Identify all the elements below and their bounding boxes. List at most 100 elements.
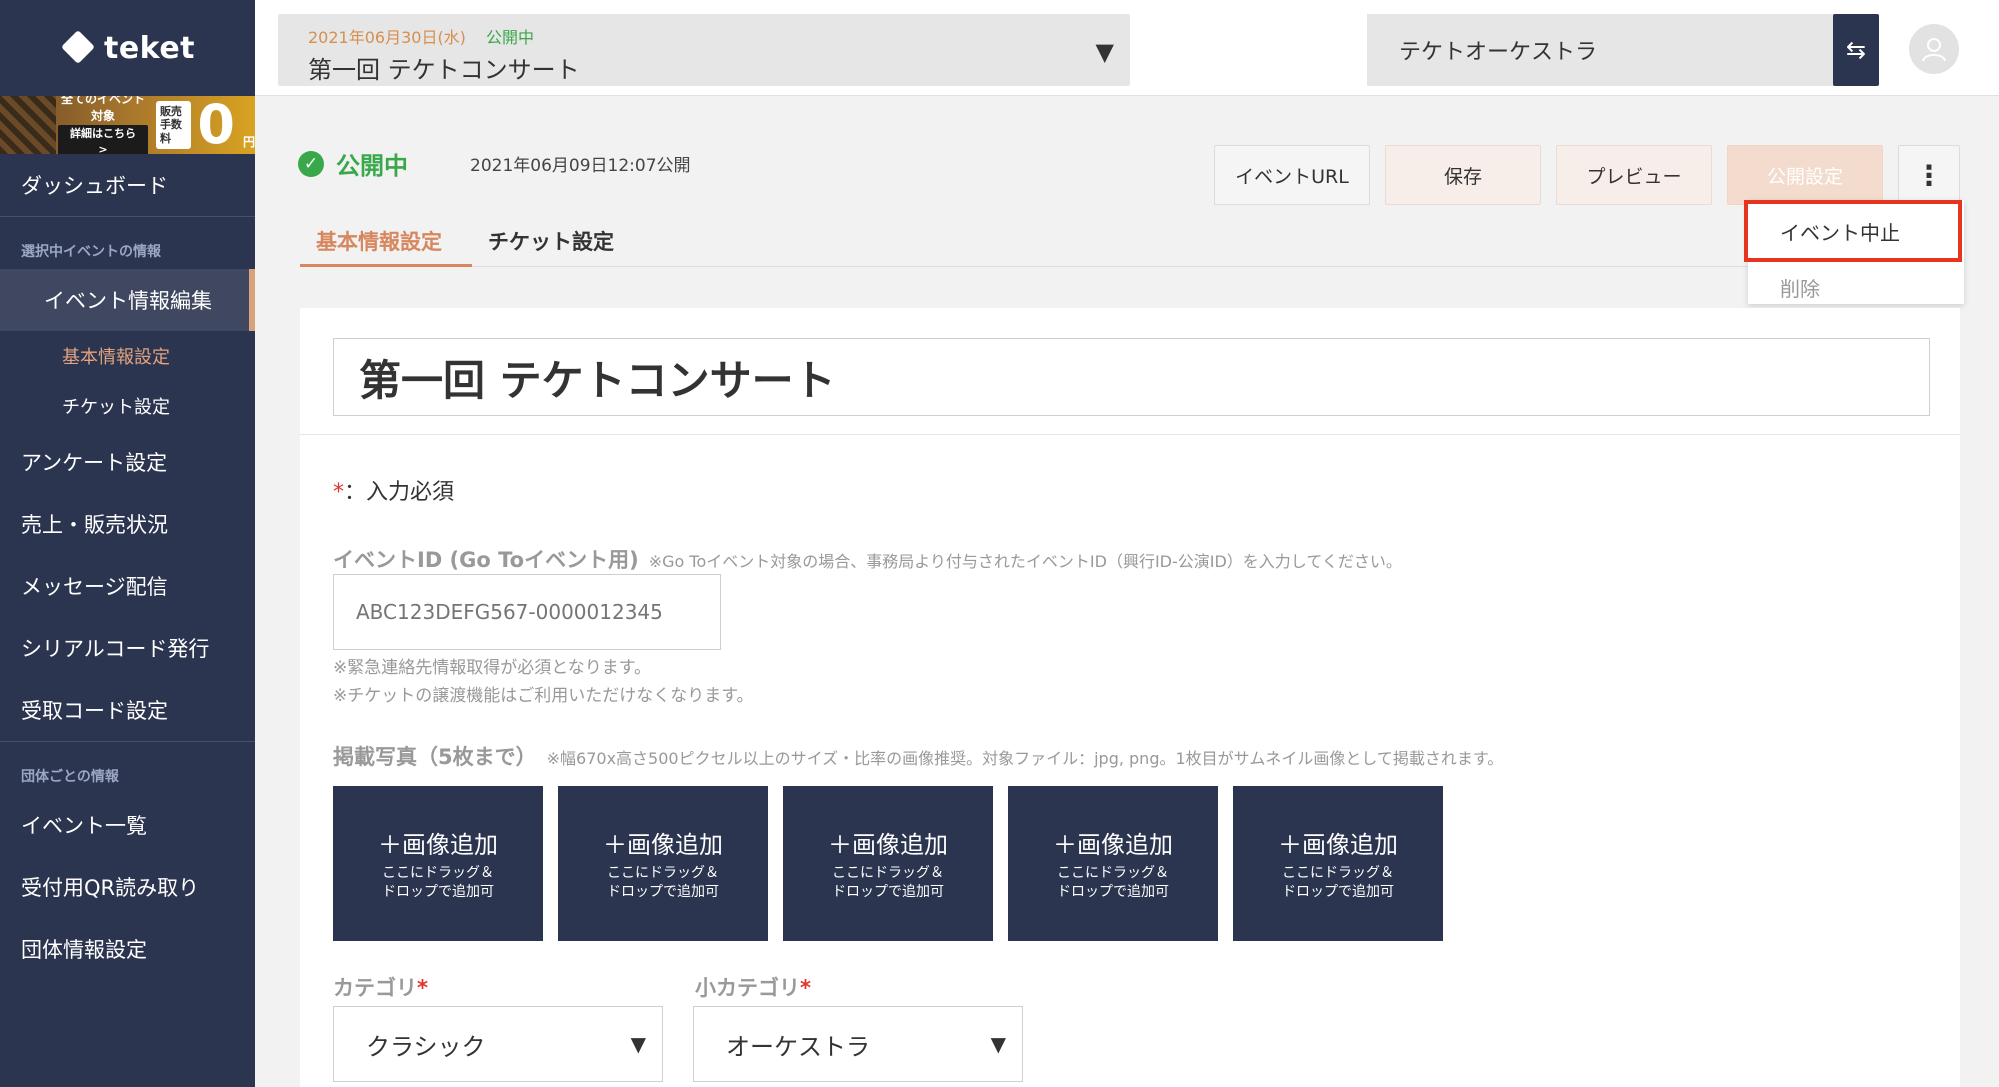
add-image-hint-line1: ここにドラッグ＆ bbox=[1057, 865, 1169, 882]
banner-yen: 円 bbox=[242, 135, 255, 149]
add-image-hint: ここにドラッグ＆ ドロップで追加可 bbox=[607, 864, 719, 902]
event-selector[interactable]: 2021年06月30日(水) 公開中 第一回 テケトコンサート ▼ bbox=[278, 14, 1130, 86]
photos-label: 掲載写真（5枚まで） ※幅670x高さ500ピクセル以上のサイズ・比率の画像推奨。… bbox=[333, 741, 1503, 771]
event-date-text: 2021年06月30日(水) bbox=[308, 28, 466, 47]
logo[interactable]: teket bbox=[0, 0, 255, 96]
add-image-hint-line2: ドロップで追加可 bbox=[832, 884, 944, 900]
status-row: ✓ 公開中 2021年06月09日12:07公開 bbox=[298, 146, 691, 181]
preview-button[interactable]: プレビュー bbox=[1556, 145, 1712, 205]
event-id-note: ※Go Toイベント対象の場合、事務局より付与されたイベントID（興行ID-公演… bbox=[648, 552, 1402, 571]
subcategory-select[interactable]: オーケストラ ▼ bbox=[693, 1006, 1023, 1082]
more-options-button[interactable]: ⋮ bbox=[1898, 145, 1960, 205]
add-image-label: ＋画像追加 bbox=[828, 831, 948, 860]
user-icon bbox=[1922, 38, 1946, 62]
add-image-button[interactable]: ＋画像追加 ここにドラッグ＆ ドロップで追加可 bbox=[558, 786, 768, 941]
add-image-hint: ここにドラッグ＆ ドロップで追加可 bbox=[1057, 864, 1169, 902]
add-image-hint: ここにドラッグ＆ ドロップで追加可 bbox=[1282, 864, 1394, 902]
form-card: 第一回 テケトコンサート *：入力必須 イベントID (Go Toイベント用) ※… bbox=[300, 308, 1960, 1087]
photos-note: ※幅670x高さ500ピクセル以上のサイズ・比率の画像推奨。対象ファイル：jpg… bbox=[546, 749, 1504, 768]
event-name: 第一回 テケトコンサート bbox=[308, 56, 580, 84]
add-image-hint-line1: ここにドラッグ＆ bbox=[382, 865, 494, 882]
banner-fee: 販売 手数料 bbox=[155, 101, 192, 149]
switch-org-button[interactable]: ⇆ bbox=[1833, 14, 1879, 86]
sidebar-item-event-list[interactable]: イベント一覧 bbox=[0, 794, 255, 856]
check-circle-icon: ✓ bbox=[298, 150, 324, 177]
required-star: * bbox=[333, 480, 344, 505]
add-image-hint-line1: ここにドラッグ＆ bbox=[607, 865, 719, 882]
sidebar-item-sales[interactable]: 売上・販売状況 bbox=[0, 493, 255, 555]
event-date: 2021年06月30日(水) 公開中 bbox=[308, 24, 1100, 48]
add-image-hint-line2: ドロップで追加可 bbox=[1057, 884, 1169, 900]
sidebar-item-messages[interactable]: メッセージ配信 bbox=[0, 555, 255, 617]
subcategory-label-text: 小カテゴリ bbox=[695, 976, 800, 1000]
add-image-hint-line2: ドロップで追加可 bbox=[382, 884, 494, 900]
banner-fee-line1: 販売 bbox=[159, 105, 182, 119]
publish-settings-button[interactable]: 公開設定 bbox=[1727, 145, 1883, 205]
add-image-hint-line1: ここにドラッグ＆ bbox=[832, 865, 944, 882]
photos-label-text: 掲載写真（5枚まで） bbox=[333, 745, 537, 769]
event-id-input[interactable] bbox=[333, 574, 721, 650]
menu-item-delete[interactable]: 削除 bbox=[1748, 262, 1964, 312]
subcategory-value: オーケストラ bbox=[726, 1032, 870, 1061]
banner-line1: 全てのイベント対象 bbox=[60, 96, 145, 124]
org-selector[interactable]: テケトオーケストラ bbox=[1367, 14, 1837, 86]
sidebar-item-org-settings[interactable]: 団体情報設定 bbox=[0, 918, 255, 980]
kebab-menu-icon: ⋮ bbox=[1915, 158, 1943, 192]
event-title-input[interactable]: 第一回 テケトコンサート bbox=[333, 338, 1930, 416]
avatar[interactable] bbox=[1909, 24, 1959, 74]
subcategory-label: 小カテゴリ* bbox=[695, 972, 811, 1002]
add-image-button[interactable]: ＋画像追加 ここにドラッグ＆ ドロップで追加可 bbox=[783, 786, 993, 941]
add-image-hint: ここにドラッグ＆ ドロップで追加可 bbox=[832, 864, 944, 902]
sidebar-item-survey[interactable]: アンケート設定 bbox=[0, 431, 255, 493]
category-select[interactable]: クラシック ▼ bbox=[333, 1006, 663, 1082]
note-emergency-contact: ※緊急連絡先情報取得が必須となります。 bbox=[333, 658, 652, 678]
required-text: ：入力必須 bbox=[344, 480, 455, 505]
add-image-button[interactable]: ＋画像追加 ここにドラッグ＆ ドロップで追加可 bbox=[1233, 786, 1443, 941]
status-label: 公開中 bbox=[336, 152, 408, 180]
promo-banner[interactable]: 全てのイベント対象 詳細はこちら > 販売 手数料 0 円 bbox=[0, 96, 255, 154]
teket-logo-icon bbox=[60, 31, 94, 65]
tab-basic-info[interactable]: 基本情報設定 bbox=[300, 222, 472, 267]
add-image-button[interactable]: ＋画像追加 ここにドラッグ＆ ドロップで追加可 bbox=[333, 786, 543, 941]
sidebar-item-event-edit[interactable]: イベント情報編集 bbox=[0, 269, 255, 331]
save-button[interactable]: 保存 bbox=[1385, 145, 1541, 205]
category-label-text: カテゴリ bbox=[333, 976, 417, 1000]
banner-zero: 0 bbox=[197, 96, 235, 154]
logo-text: teket bbox=[103, 30, 196, 66]
sidebar-section-org: 団体ごとの情報 bbox=[21, 769, 119, 785]
add-image-hint-line2: ドロップで追加可 bbox=[1282, 884, 1394, 900]
sidebar-item-dashboard[interactable]: ダッシュボード bbox=[0, 154, 255, 216]
caret-down-icon: ▼ bbox=[1095, 38, 1114, 66]
event-id-label: イベントID (Go Toイベント用) ※Go Toイベント対象の場合、事務局より… bbox=[333, 544, 1402, 574]
add-image-hint-line2: ドロップで追加可 bbox=[607, 884, 719, 900]
sidebar-subitem-basic[interactable]: 基本情報設定 bbox=[0, 331, 255, 381]
add-image-label: ＋画像追加 bbox=[378, 831, 498, 860]
note-transfer: ※チケットの譲渡機能はご利用いただけなくなります。 bbox=[333, 686, 754, 706]
banner-line2: 詳細はこちら > bbox=[58, 125, 148, 154]
caret-down-icon: ▼ bbox=[990, 1032, 1006, 1056]
top-bar: 2021年06月30日(水) 公開中 第一回 テケトコンサート ▼ テケトオーケス… bbox=[255, 0, 1999, 96]
event-url-button[interactable]: イベントURL bbox=[1214, 145, 1370, 205]
sidebar-subitem-ticket[interactable]: チケット設定 bbox=[0, 381, 255, 431]
swap-icon: ⇆ bbox=[1845, 36, 1867, 64]
add-image-hint: ここにドラッグ＆ ドロップで追加可 bbox=[382, 864, 494, 902]
add-image-label: ＋画像追加 bbox=[603, 831, 723, 860]
event-status: 公開中 bbox=[485, 28, 534, 47]
tab-ticket-settings[interactable]: チケット設定 bbox=[488, 222, 614, 267]
more-options-menu: イベント中止 削除 bbox=[1744, 200, 1964, 304]
sidebar-item-serial-code[interactable]: シリアルコード発行 bbox=[0, 617, 255, 679]
card-divider bbox=[300, 434, 1960, 435]
sidebar: teket 全てのイベント対象 詳細はこちら > 販売 手数料 0 円 ダッシュ… bbox=[0, 0, 255, 1087]
banner-text: 全てのイベント対象 詳細はこちら > bbox=[58, 96, 148, 154]
add-image-hint-line1: ここにドラッグ＆ bbox=[1282, 865, 1394, 882]
category-label: カテゴリ* bbox=[333, 972, 428, 1002]
required-star: * bbox=[417, 976, 428, 1000]
add-image-label: ＋画像追加 bbox=[1053, 831, 1173, 860]
add-image-button[interactable]: ＋画像追加 ここにドラッグ＆ ドロップで追加可 bbox=[1008, 786, 1218, 941]
sidebar-section-selected-event: 選択中イベントの情報 bbox=[21, 244, 161, 260]
sidebar-item-receive-code[interactable]: 受取コード設定 bbox=[0, 679, 255, 741]
required-star: * bbox=[800, 976, 811, 1000]
menu-item-cancel-event[interactable]: イベント中止 bbox=[1744, 200, 1962, 262]
sidebar-item-qr-reader[interactable]: 受付用QR読み取り bbox=[0, 856, 255, 918]
event-id-label-text: イベントID (Go Toイベント用) bbox=[333, 548, 639, 572]
